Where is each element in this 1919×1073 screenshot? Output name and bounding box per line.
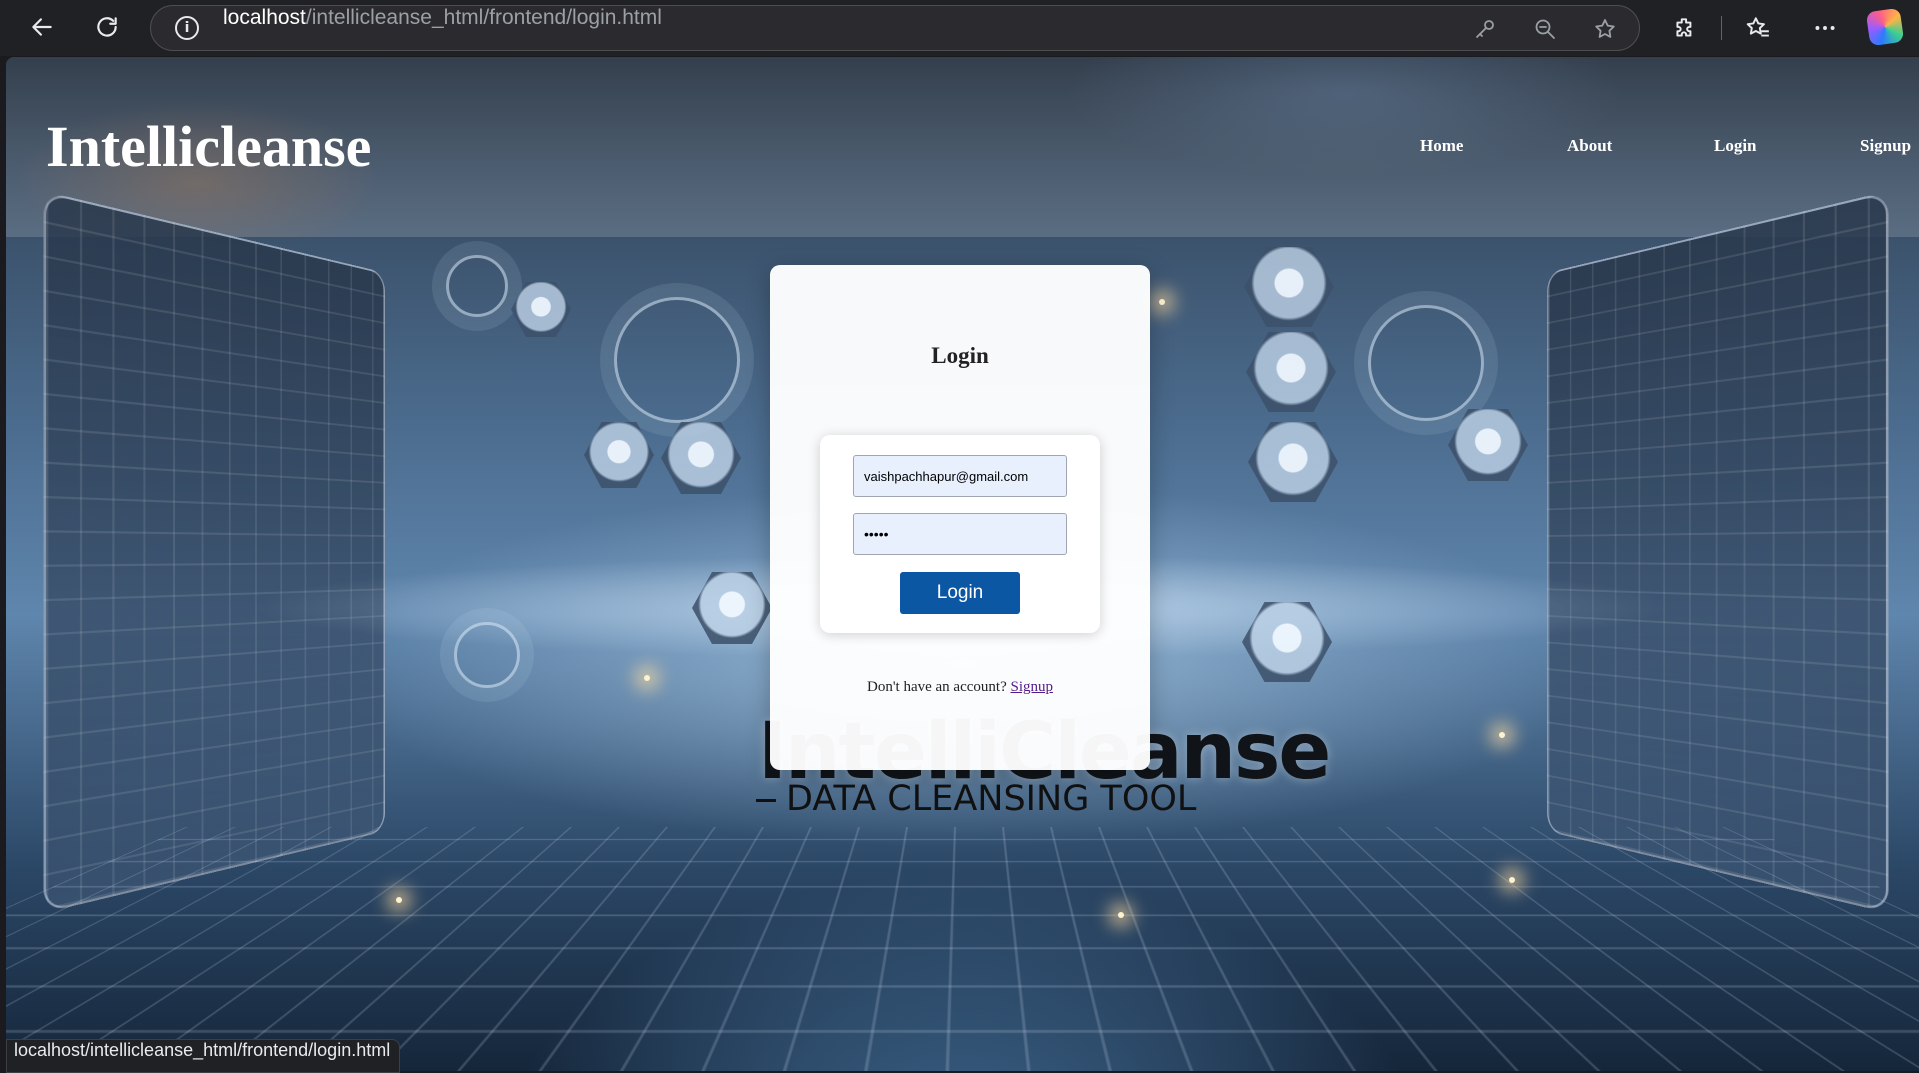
nav-login-link[interactable]: Login	[1714, 136, 1757, 156]
login-title: Login	[931, 343, 989, 368]
signup-prompt: Don't have an account? Signup	[770, 679, 1150, 696]
nav-home-link[interactable]: Home	[1420, 136, 1463, 156]
decorative-sparkle	[1118, 912, 1124, 918]
url-text[interactable]: localhost/intellicleanse_html/frontend/l…	[223, 6, 662, 50]
favorites-icon[interactable]	[1738, 8, 1778, 48]
page-viewport: IntelliCleanse DATA CLEANSING TOOL Intel…	[6, 57, 1919, 1071]
login-form: Login	[820, 435, 1100, 633]
url-path: /intellicleanse_html/frontend/login.html	[305, 6, 662, 29]
decorative-hexagon	[1448, 409, 1528, 481]
address-bar[interactable]: i localhost/intellicleanse_html/frontend…	[150, 5, 1640, 51]
decorative-ring	[614, 297, 740, 423]
extensions-icon[interactable]	[1665, 8, 1705, 48]
more-options-icon[interactable]	[1805, 8, 1845, 48]
signup-prompt-text: Don't have an account?	[867, 679, 1007, 695]
background-subtitle: DATA CLEANSING TOOL	[755, 779, 1197, 819]
site-info-icon[interactable]: i	[175, 16, 199, 40]
site-logo[interactable]: Intellicleanse	[46, 113, 371, 180]
url-host: localhost	[223, 6, 306, 29]
login-card: Login Login Don't have an account? Signu…	[770, 265, 1150, 770]
decorative-hexagon	[584, 422, 654, 488]
decorative-ring	[446, 255, 508, 317]
decorative-sparkle	[644, 675, 650, 681]
signup-link[interactable]: Signup	[1010, 679, 1053, 695]
nav-about-link[interactable]: About	[1567, 136, 1612, 156]
password-field[interactable]	[853, 513, 1067, 555]
back-icon[interactable]	[22, 7, 62, 47]
login-button[interactable]: Login	[900, 572, 1020, 614]
reload-icon[interactable]	[87, 7, 127, 47]
decorative-floor-grid	[6, 827, 1919, 1071]
decorative-ring	[1368, 305, 1484, 421]
browser-toolbar: i localhost/intellicleanse_html/frontend…	[0, 0, 1919, 56]
decorative-hexagon	[1248, 422, 1338, 502]
decorative-sparkle	[396, 897, 402, 903]
decorative-sparkle	[1159, 299, 1165, 305]
email-field[interactable]	[853, 455, 1067, 497]
decorative-hexagon	[1246, 332, 1336, 412]
copilot-icon[interactable]	[1865, 7, 1905, 47]
decorative-hexagon	[661, 422, 741, 494]
favorite-star-icon[interactable]	[1591, 15, 1619, 43]
status-url-bubble: localhost/intellicleanse_html/frontend/l…	[6, 1039, 401, 1073]
decorative-hexagon	[1244, 247, 1334, 327]
decorative-sparkle	[1509, 877, 1515, 883]
decorative-ring	[454, 622, 520, 688]
nav-signup-link[interactable]: Signup	[1860, 136, 1911, 156]
zoom-icon[interactable]	[1531, 15, 1559, 43]
decorative-hexagon	[511, 282, 571, 337]
decorative-sparkle	[1499, 732, 1505, 738]
key-icon[interactable]	[1471, 15, 1499, 43]
toolbar-separator	[1721, 16, 1722, 40]
